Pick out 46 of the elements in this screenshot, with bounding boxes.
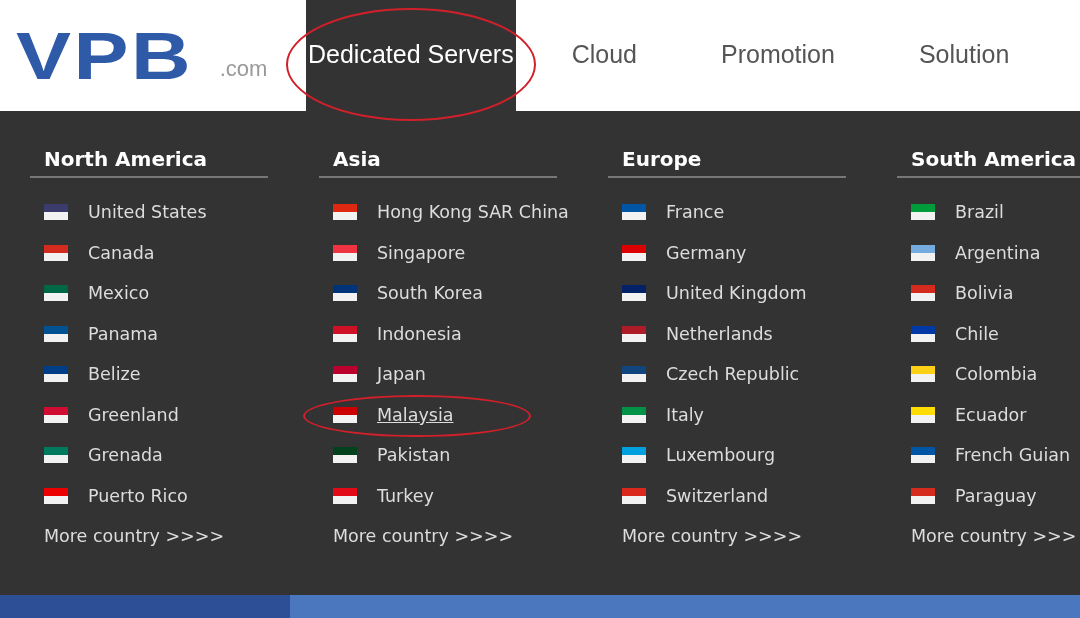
nav-tab[interactable]: Dedicated Servers [306,0,516,111]
logo-mark: VPB [16,22,194,89]
country-link[interactable]: Chile [955,323,999,344]
country-link[interactable]: Hong Kong SAR China [377,202,569,223]
nav-tab[interactable]: Solution [890,0,1038,111]
country-link[interactable]: South Korea [377,283,484,304]
country-link[interactable]: Brazil [955,202,1004,223]
country-link[interactable]: Pakistan [377,445,451,466]
country-link[interactable]: Indonesia [377,323,462,344]
country-link[interactable]: France [666,202,725,223]
country-link[interactable]: Ecuador [955,404,1027,425]
country-link[interactable]: United States [88,202,207,223]
country-link[interactable]: Belize [88,364,141,385]
country-link[interactable]: Japan [377,364,426,385]
nav-tab[interactable]: Promotion [693,0,863,111]
region-heading: South America [897,147,1080,178]
country-link[interactable]: Colombia [955,364,1038,385]
region-heading: North America [30,147,268,178]
country-link[interactable]: Turkey [377,485,434,506]
country-link[interactable]: Netherlands [666,323,773,344]
country-link[interactable]: Greenland [88,404,179,425]
country-link[interactable]: United Kingdom [666,283,807,304]
country-link[interactable]: Mexico [88,283,150,304]
more-country-link[interactable]: More country >>>> [608,516,897,556]
country-link[interactable]: Paraguay [955,485,1037,506]
country-link[interactable]: Singapore [377,242,466,263]
more-country-link[interactable]: More country >>>> [30,516,319,556]
country-link[interactable]: Grenada [88,445,163,466]
country-link[interactable]: Panama [88,323,159,344]
region-heading: Europe [608,147,846,178]
more-country-link[interactable]: More country >>>> [319,516,608,556]
country-link[interactable]: Argentina [955,242,1041,263]
country-link[interactable]: Canada [88,242,155,263]
more-country-link[interactable]: More country >>> [897,516,1080,556]
logo-suffix: .com [219,55,268,82]
country-link[interactable]: Czech Republic [666,364,800,385]
country-link[interactable]: Luxembourg [666,445,776,466]
country-link[interactable]: French Guian [955,445,1071,466]
country-link[interactable]: Bolivia [955,283,1014,304]
country-link[interactable]: Puerto Rico [88,485,188,506]
region-heading: Asia [319,147,557,178]
country-link[interactable]: Germany [666,242,747,263]
nav-tab[interactable]: Cloud [543,0,665,111]
country-link[interactable]: Malaysia [377,404,454,425]
country-link[interactable]: Switzerland [666,485,769,506]
country-link[interactable]: Italy [666,404,704,425]
